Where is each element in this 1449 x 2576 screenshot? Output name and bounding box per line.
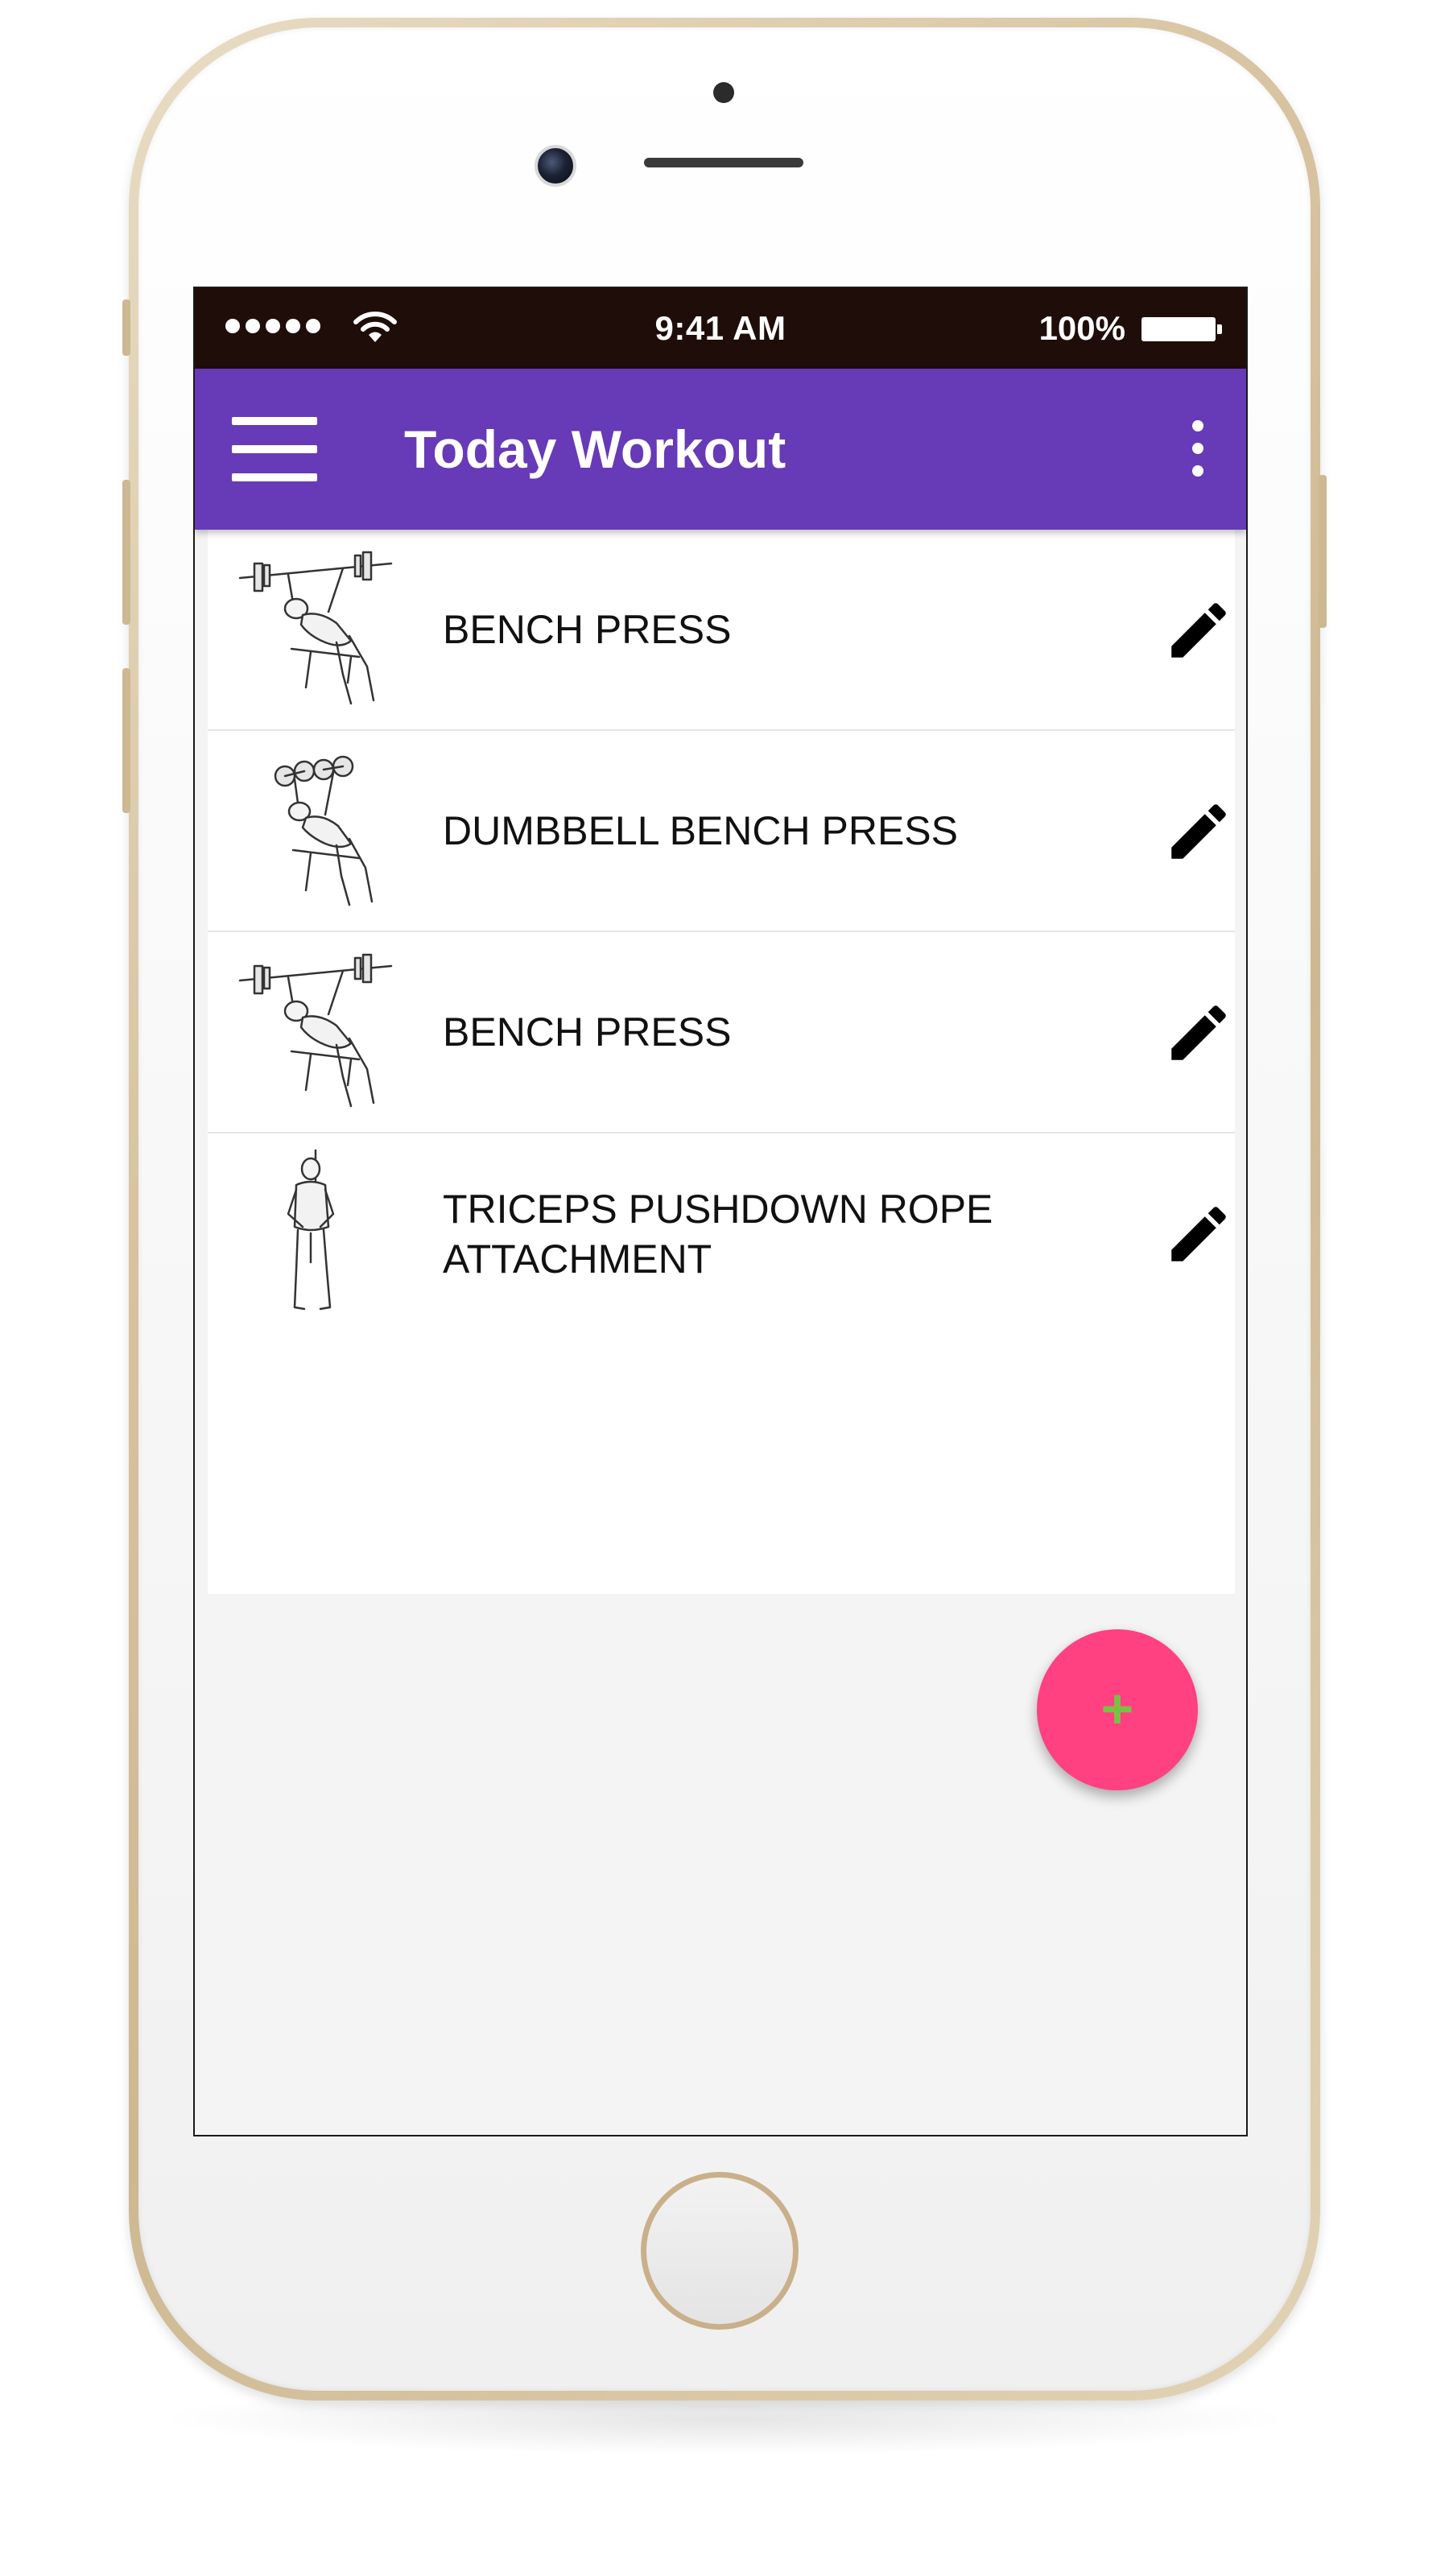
app-toolbar: Today Workout [195,369,1246,530]
add-workout-button[interactable]: + [1037,1629,1198,1790]
proximity-sensor [713,82,734,103]
front-camera [535,145,576,187]
pencil-icon[interactable] [1162,594,1235,667]
more-vert-icon[interactable] [1182,417,1214,481]
volume-down-button [122,668,130,813]
app-screen: 9:41 AM 100% Today Workout BENCH PRESS D… [193,287,1248,2136]
pencil-icon[interactable] [1162,1198,1235,1270]
workout-item[interactable]: TRICEPS PUSHDOWN ROPE ATTACHMENT [208,1133,1235,1335]
workout-item[interactable]: BENCH PRESS [208,932,1235,1133]
battery-icon [1141,317,1222,341]
triceps-pushdown-illustration [287,1150,335,1311]
hamburger-menu-icon[interactable] [232,417,317,481]
earpiece-speaker [644,158,803,167]
exercise-name: DUMBBELL BENCH PRESS [443,807,958,853]
volume-up-button [122,480,130,625]
barbell-bench-press-illustration [238,551,393,705]
dumbbell-bench-press-illustration [274,755,374,906]
exercise-name: TRICEPS PUSHDOWN ROPE ATTACHMENT [443,1186,993,1282]
status-bar: 9:41 AM 100% [195,288,1246,369]
workout-item[interactable]: BENCH PRESS [208,530,1235,731]
pencil-icon[interactable] [1162,997,1235,1069]
mute-switch [122,299,130,356]
pencil-icon[interactable] [1162,795,1235,868]
home-button[interactable] [641,2172,799,2330]
workout-list: BENCH PRESS DUMBBELL BENCH PRESS BENCH P… [208,530,1235,1790]
exercise-name: BENCH PRESS [443,1009,732,1055]
power-button [1319,475,1327,628]
add-icon: + [1100,1677,1134,1740]
exercise-name: BENCH PRESS [443,606,732,652]
battery-percentage: 100% [1038,309,1125,347]
page-title: Today Workout [404,419,786,479]
workout-item[interactable]: DUMBBELL BENCH PRESS [208,731,1235,932]
barbell-bench-press-illustration [238,953,393,1108]
